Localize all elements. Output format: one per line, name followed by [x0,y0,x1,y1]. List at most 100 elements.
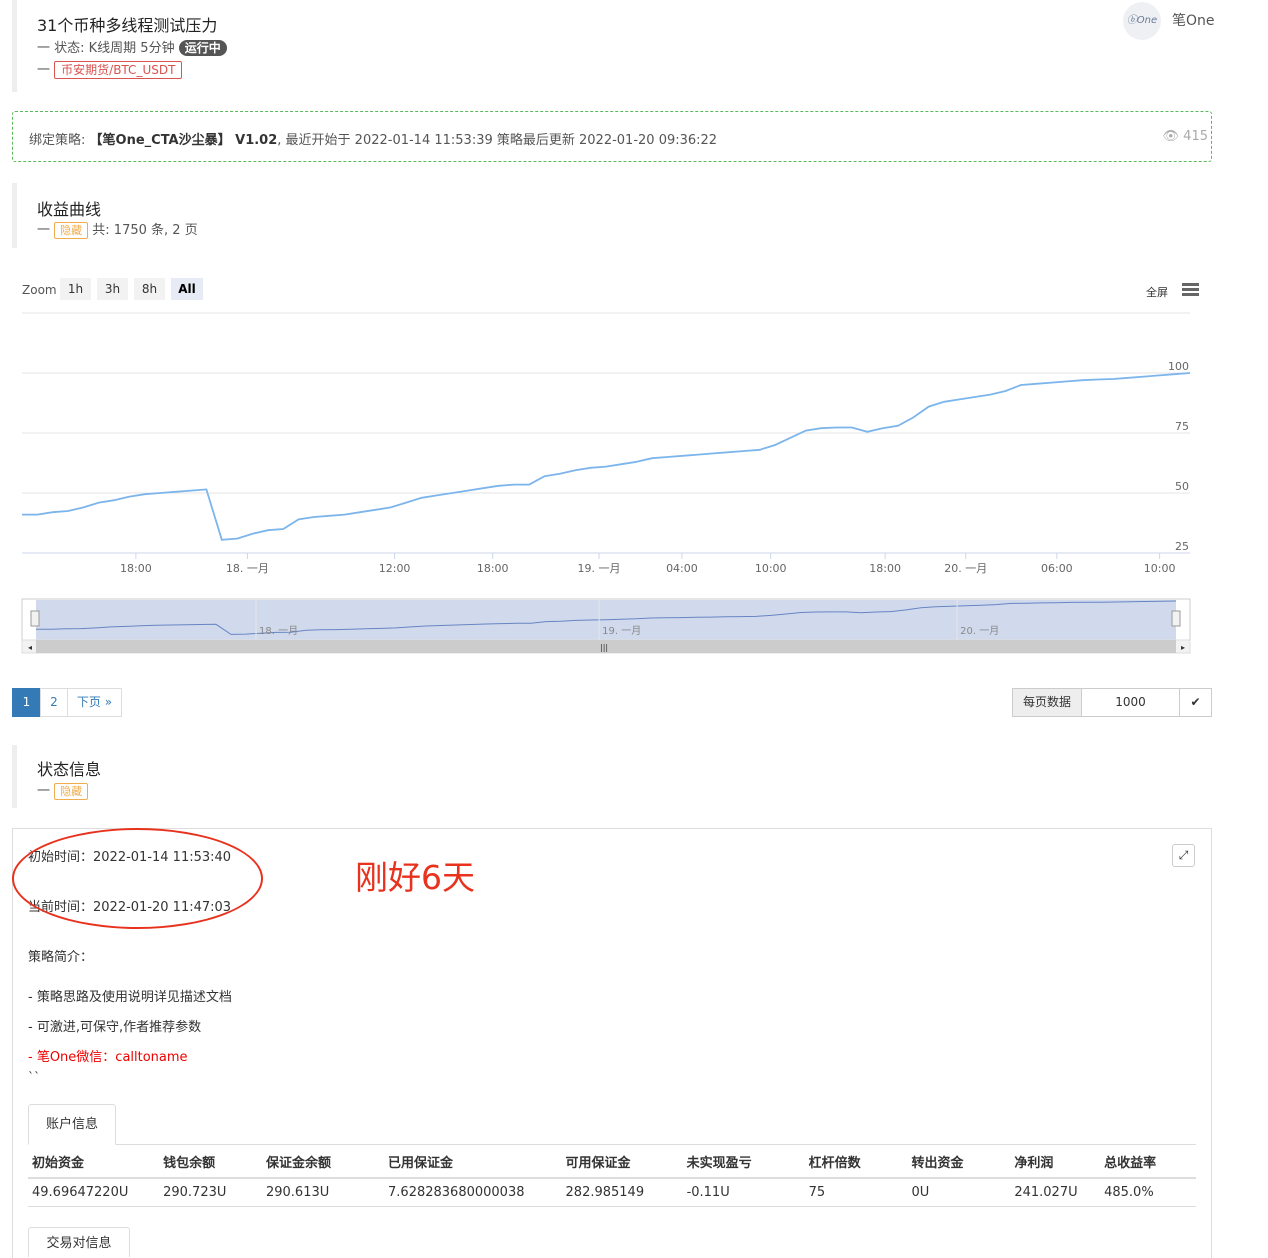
navigator-tick-label: 20. 一月 [960,625,999,637]
status-text: 一 状态: K线周期 5分钟 [37,41,175,56]
views-count: 👁 415 [1163,129,1208,144]
zoom-label: Zoom [22,283,57,297]
x-tick-label: 10:00 [755,562,787,575]
navigator-tick-label: 19. 一月 [602,625,641,637]
profit-line [22,372,1191,541]
y-tick-label: 25 [1175,540,1189,553]
x-tick-label: 19. 一月 [577,562,620,575]
scroll-right-arrow-icon[interactable]: ▸ [1181,643,1185,652]
zoom-3h-button[interactable]: 3h [97,278,128,300]
column-header: 杠杆倍数 [804,1146,908,1179]
status-accent-bar [12,745,17,808]
intro-label: 策略简介： [28,950,94,965]
exchange-badge[interactable]: 币安期货/BTC_USDT [54,61,183,79]
eye-icon: 👁 [1162,129,1180,144]
table-cell: 75 [804,1178,908,1207]
tab-account-info[interactable]: 账户信息 [28,1104,116,1145]
navigator-left-handle[interactable] [30,610,40,627]
table-cell: 485.0% [1100,1178,1196,1207]
column-header: 初始资金 [28,1146,160,1179]
avatar[interactable]: ⓑOne [1123,2,1161,40]
profit-accent-bar [12,183,17,248]
table-cell: 0U [907,1178,1011,1207]
scroll-left-arrow-icon[interactable]: ◂ [28,643,32,652]
table-cell: -0.11U [682,1178,805,1207]
column-header: 转出资金 [907,1146,1011,1179]
fullscreen-button[interactable]: 全屏 [1146,284,1168,300]
page-2-button[interactable]: 2 [40,688,68,717]
per-page-input[interactable]: 1000 [1081,688,1180,717]
table-cell: 7.628283680000038 [384,1178,562,1207]
exchange-line: 一 币安期货/BTC_USDT [37,59,183,79]
backtick-text: `` [28,1070,40,1084]
profit-subline: 一 隐藏 共: 1750 条, 2 页 [37,219,198,239]
profit-hide-button[interactable]: 隐藏 [54,222,89,239]
table-cell: 290.723U [159,1178,262,1207]
column-header: 保证金余额 [261,1146,385,1179]
strategy-info: 绑定策略: 【笔One_CTA沙尘暴】 V1.02, 最近开始于 2022-01… [29,129,717,148]
x-tick-label: 06:00 [1041,562,1073,575]
annotation-text: 刚好6天 [355,858,475,897]
table-row: 49.69647220U 290.723U 290.613U 7.6282836800… [28,1178,1196,1207]
x-tick-label: 18:00 [120,562,152,575]
account-table: 初始资金 钱包余额 保证金余额 已用保证金 可用保证金 未实现盈亏 杠杆倍数 转出资金 净利润总… [28,1146,1196,1207]
column-header: 净利润 [1010,1146,1101,1179]
column-header: 未实现盈亏 [682,1146,805,1179]
intro-line-2: - 可激进,可保守,作者推荐参数 [28,1020,202,1035]
profit-chart[interactable]: 100 75 50 25 18:00 18. 一月 12:00 18:00 19. 一月 04:… [0,300,1268,660]
table-cell: 282.985149 [561,1178,683,1207]
menu-icon[interactable] [1182,283,1199,296]
zoom-1h-button[interactable]: 1h [60,278,91,300]
zoom-all-button[interactable]: All [171,278,203,300]
user-name[interactable]: 笔One [1172,10,1215,30]
exchange-dash: 一 [37,63,51,78]
account-table-header: 初始资金 钱包余额 保证金余额 已用保证金 可用保证金 未实现盈亏 杠杆倍数 转出资金 净利润总… [28,1146,1196,1179]
status-badge: 运行中 [178,40,227,56]
x-tick-label: 20. 一月 [944,562,987,575]
table-cell: 241.027U [1010,1178,1101,1207]
x-tick-label: 18:00 [869,562,901,575]
check-icon[interactable]: ✔ [1179,688,1212,717]
profit-dash: 一 [37,223,51,238]
column-header: 总收益率 [1100,1146,1196,1179]
intro-line-1: - 策略思路及使用说明详见描述文档 [28,990,232,1005]
table-cell: 49.69647220U [28,1178,160,1207]
x-tick-label: 04:00 [666,562,698,575]
x-tick-label: 18:00 [477,562,509,575]
page-1-button[interactable]: 1 [12,688,41,717]
navigator-right-handle[interactable] [1171,610,1181,627]
status-hide-button[interactable]: 隐藏 [54,783,89,800]
profit-count: 共: 1750 条, 2 页 [92,223,198,238]
navigator-tick-label: 18. 一月 [259,625,298,637]
table-cell: 290.613U [261,1178,385,1207]
status-line: 一 状态: K线周期 5分钟 运行中 [37,37,227,56]
strategy-label: 绑定策略: [29,133,86,148]
views-value: 415 [1183,129,1208,144]
page-title: 31个币种多线程测试压力 [37,16,218,35]
next-page-button[interactable]: 下页 » [67,688,122,717]
tab-divider [28,1144,1196,1145]
column-header: 已用保证金 [384,1146,562,1179]
y-tick-label: 75 [1175,420,1189,433]
header-accent-bar [12,0,17,92]
y-tick-label: 50 [1175,480,1189,493]
contact-line: - 笔One微信：calltoname [28,1050,188,1065]
status-dash: 一 [37,784,51,799]
tab-pair-info[interactable]: 交易对信息 [28,1227,130,1257]
column-header: 钱包余额 [159,1146,262,1179]
status-title: 状态信息 [37,760,102,779]
expand-icon[interactable]: ⤢ [1172,844,1195,867]
strategy-link[interactable]: 【笔One_CTA沙尘暴】 V1.02 [90,133,278,148]
strategy-bar: 绑定策略: 【笔One_CTA沙尘暴】 V1.02, 最近开始于 2022-01… [12,111,1212,162]
zoom-8h-button[interactable]: 8h [134,278,165,300]
status-subline: 一 隐藏 [37,780,89,800]
per-page-label: 每页数据 [1012,688,1082,717]
strategy-time-text: , 最近开始于 2022-01-14 11:53:39 策略最后更新 2022-… [277,133,718,148]
profit-title: 收益曲线 [37,200,102,219]
annotation-ellipse [12,828,263,929]
x-tick-label: 12:00 [379,562,411,575]
y-tick-label: 100 [1168,360,1189,373]
scroll-grip-icon: ||| [600,643,608,652]
column-header: 可用保证金 [561,1146,683,1179]
x-tick-label: 10:00 [1144,562,1176,575]
